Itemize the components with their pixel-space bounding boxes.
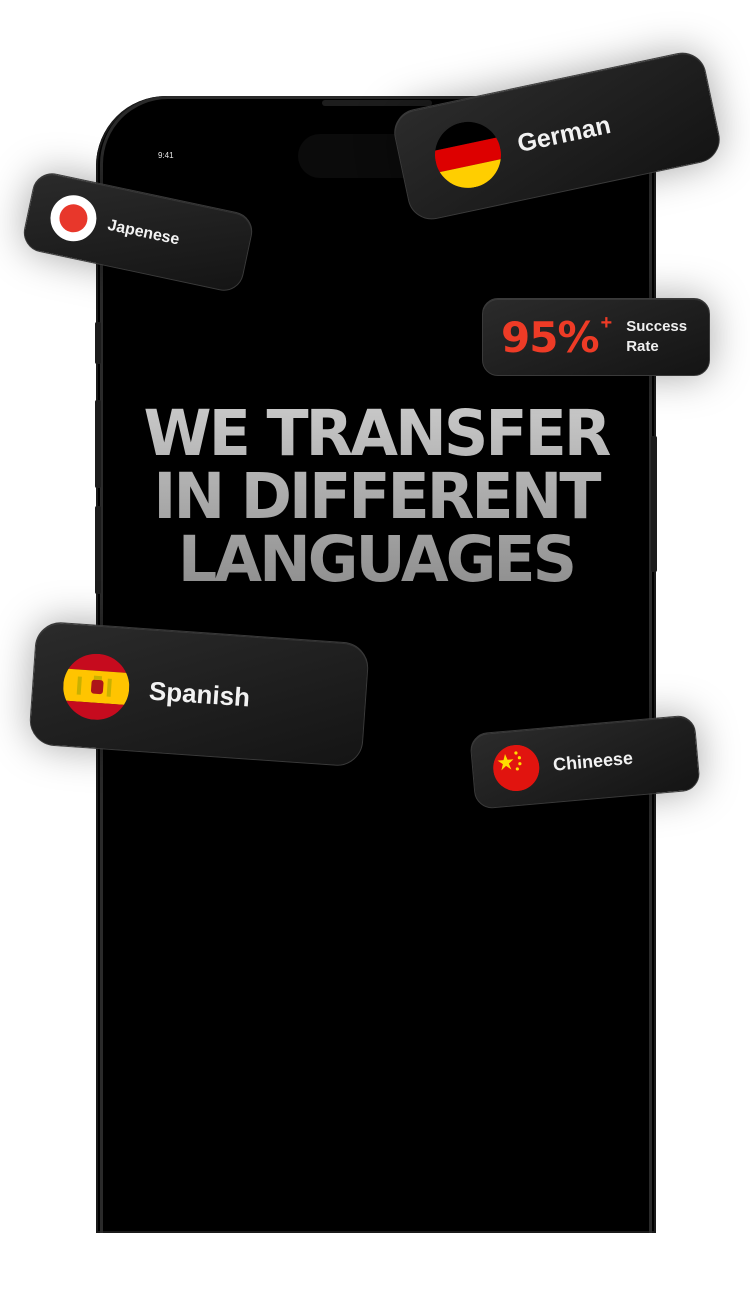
success-rate-label-line-1: Success [626, 318, 688, 335]
language-label-japanese: Japenese [106, 216, 181, 249]
headline: WE TRANSFER IN DIFFERENT LANGUAGES [102, 402, 651, 591]
success-rate-value: 95% [501, 312, 600, 362]
japan-flag-icon [46, 190, 101, 246]
language-label-german: German [514, 110, 614, 158]
language-label-spanish: Spanish [148, 675, 252, 713]
volume-down-button [95, 506, 101, 594]
headline-line-2: IN DIFFERENT [153, 460, 599, 533]
power-button [651, 436, 657, 572]
headline-line-1: WE TRANSFER [143, 397, 609, 470]
language-label-chinese: Chineese [552, 747, 634, 775]
mute-switch [95, 322, 101, 364]
success-rate-label-line-2: Rate [626, 338, 659, 355]
status-time: 9:41 [158, 151, 174, 160]
success-rate-label: Success Rate [626, 317, 687, 357]
china-flag-icon [491, 743, 542, 793]
success-rate-plus: + [600, 311, 613, 334]
success-rate-badge: 95% + Success Rate [482, 298, 710, 376]
phone-speaker [322, 100, 432, 106]
spain-flag-icon [61, 651, 132, 723]
germany-flag-icon [428, 115, 508, 195]
volume-up-button [95, 400, 101, 488]
language-pill-spanish[interactable]: Spanish [28, 620, 370, 768]
headline-line-3: LANGUAGES [177, 523, 575, 596]
